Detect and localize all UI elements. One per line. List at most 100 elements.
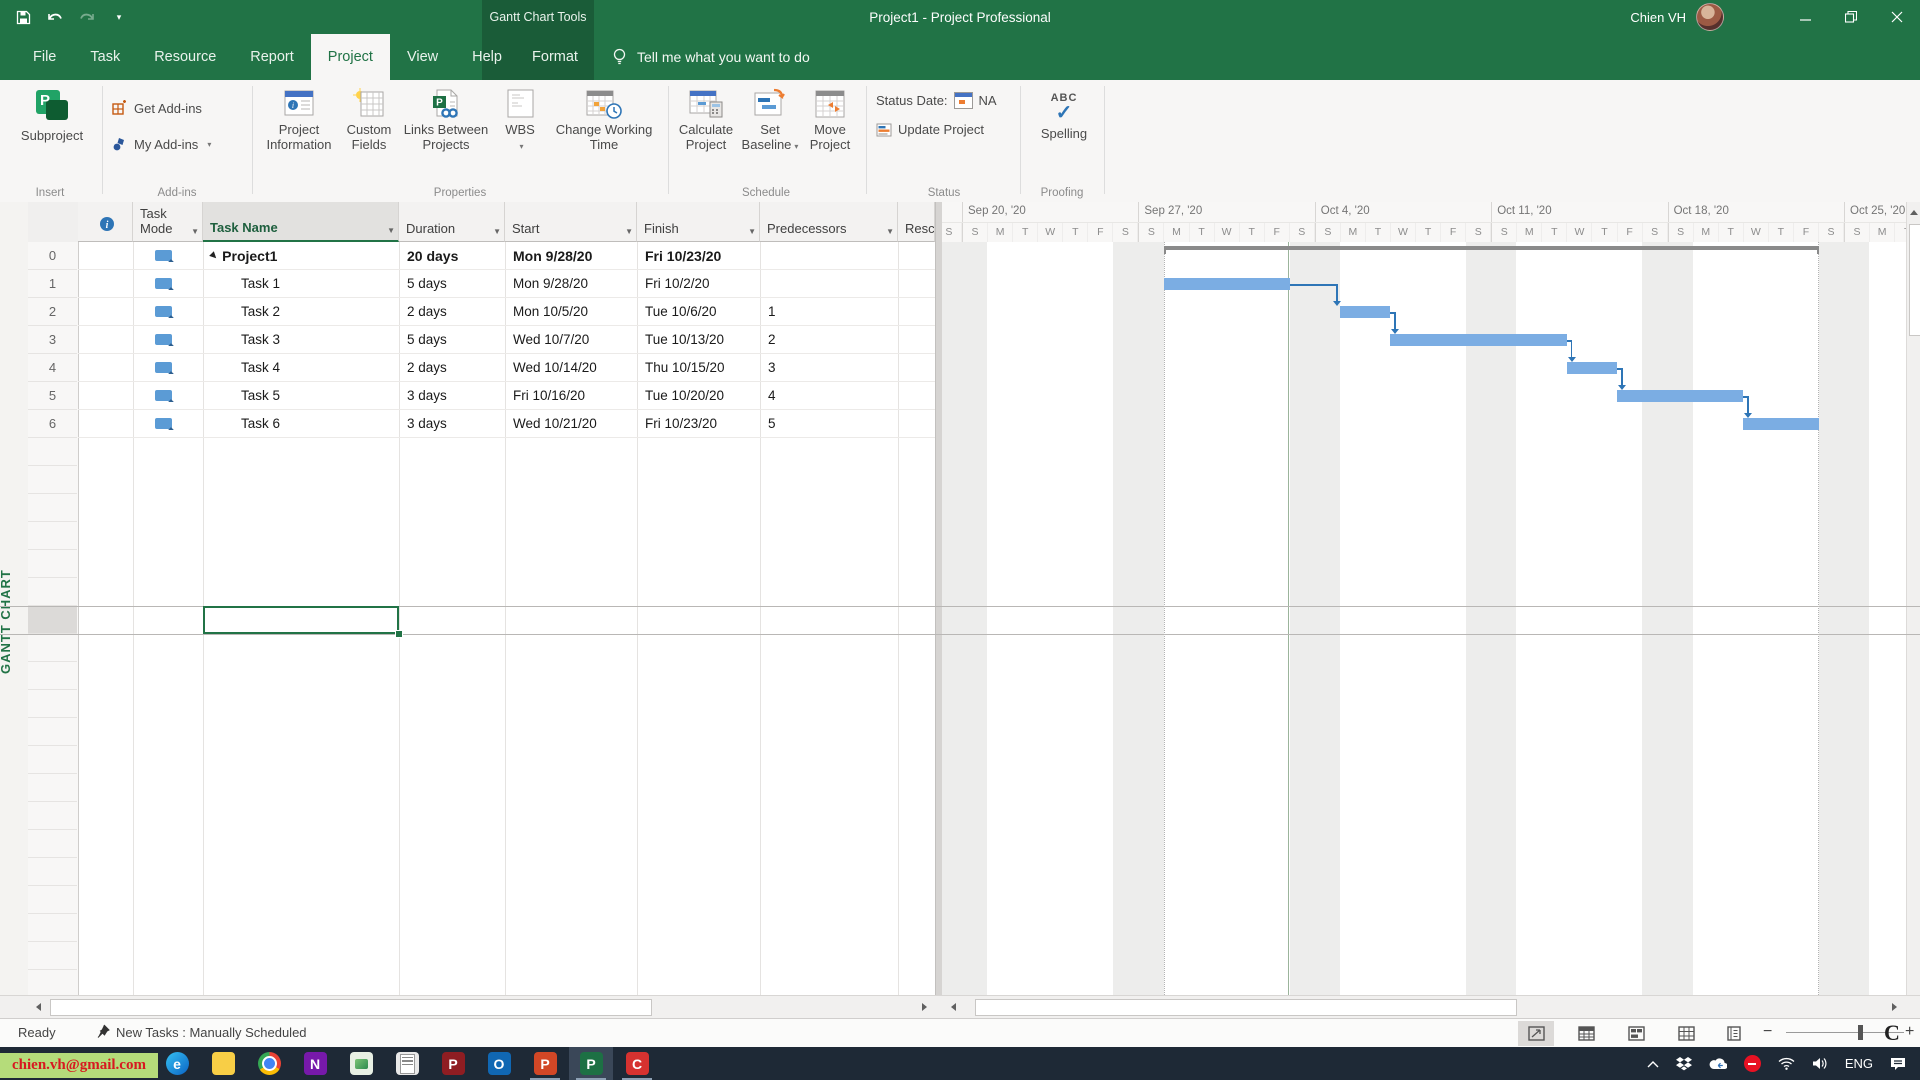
minimize-button[interactable] — [1782, 0, 1828, 34]
task-cell-duration[interactable]: 3 days — [399, 382, 505, 410]
row-header[interactable]: 1 — [28, 270, 77, 298]
task-usage-view-button[interactable] — [1568, 1021, 1604, 1046]
tab-resource[interactable]: Resource — [137, 34, 233, 80]
task-cell-name[interactable]: Task 1 — [203, 270, 399, 298]
task-cell-finish[interactable]: Fri 10/2/20 — [637, 270, 760, 298]
task-cell-start[interactable]: Mon 10/5/20 — [505, 298, 637, 326]
column-header-res[interactable]: Resc — [898, 202, 935, 242]
taskbar-app-red-p-app-icon[interactable]: P — [431, 1047, 475, 1080]
task-cell-pred[interactable]: 5 — [760, 410, 898, 438]
redo-icon[interactable] — [78, 8, 96, 26]
gantt-chart-view-button[interactable] — [1518, 1021, 1554, 1046]
row-header[interactable]: 2 — [28, 298, 77, 326]
task-cell-finish[interactable]: Tue 10/6/20 — [637, 298, 760, 326]
task-cell-name[interactable]: Task 4 — [203, 354, 399, 382]
task-cell-name[interactable]: Task 2 — [203, 298, 399, 326]
set-baseline-button[interactable]: Set Baseline▾ — [738, 84, 802, 158]
spelling-button[interactable]: ABC ✓ Spelling — [1032, 84, 1096, 145]
zoom-slider-handle[interactable] — [1858, 1025, 1863, 1040]
task-cell-mode[interactable] — [133, 382, 203, 410]
taskbar-app-outlook-icon[interactable]: O — [477, 1047, 521, 1080]
task-cell-duration[interactable]: 2 days — [399, 298, 505, 326]
taskbar-app-file-explorer-icon[interactable] — [201, 1047, 245, 1080]
task-cell-duration[interactable]: 5 days — [399, 326, 505, 354]
tab-view[interactable]: View — [390, 34, 455, 80]
task-cell-start[interactable]: Mon 9/28/20 — [505, 270, 637, 298]
row-header[interactable]: 5 — [28, 382, 77, 410]
column-header-finish[interactable]: Finish▼ — [637, 202, 760, 242]
vertical-scroll-thumb[interactable] — [1909, 224, 1920, 336]
task-cell-info[interactable] — [78, 410, 133, 438]
task-cell-mode[interactable] — [133, 270, 203, 298]
task-cell-start[interactable]: Wed 10/7/20 — [505, 326, 637, 354]
report-view-button[interactable] — [1716, 1021, 1752, 1046]
task-cell-info[interactable] — [78, 298, 133, 326]
filter-arrow-icon[interactable]: ▼ — [625, 227, 633, 236]
task-cell-finish[interactable]: Thu 10/15/20 — [637, 354, 760, 382]
task-cell-info[interactable] — [78, 270, 133, 298]
customize-qat-icon[interactable]: ▾ — [110, 8, 128, 26]
dropbox-icon[interactable] — [1676, 1057, 1692, 1071]
task-cell-duration[interactable]: 2 days — [399, 354, 505, 382]
column-header-info[interactable]: i — [78, 202, 133, 242]
task-cell-duration[interactable]: 20 days — [399, 242, 505, 270]
tab-project[interactable]: Project — [311, 34, 390, 80]
row-header[interactable] — [28, 886, 77, 914]
filter-arrow-icon[interactable]: ▼ — [387, 226, 395, 235]
project-information-button[interactable]: i Project Information — [260, 84, 338, 156]
zoom-out-button[interactable]: − — [1763, 1023, 1772, 1041]
collapse-triangle-icon[interactable]: ▶ — [209, 250, 220, 261]
new-tasks-status[interactable]: New Tasks : Manually Scheduled — [116, 1025, 307, 1040]
task-cell-pred[interactable]: 1 — [760, 298, 898, 326]
wbs-button[interactable]: WBS▾ — [492, 84, 548, 158]
onedrive-icon[interactable] — [1709, 1058, 1727, 1070]
tray-chevron-icon[interactable] — [1647, 1060, 1659, 1068]
recording-indicator-icon[interactable] — [1744, 1055, 1761, 1072]
task-bar[interactable] — [1567, 362, 1617, 374]
table-scroll-left-button[interactable] — [30, 999, 46, 1015]
task-bar[interactable] — [1164, 278, 1290, 290]
sheet-view-button[interactable] — [1668, 1021, 1704, 1046]
row-header[interactable] — [28, 662, 77, 690]
tab-format[interactable]: Format — [482, 34, 628, 80]
vertical-scrollbar[interactable] — [1906, 202, 1920, 995]
tab-task[interactable]: Task — [73, 34, 137, 80]
task-cell-name[interactable]: Task 5 — [203, 382, 399, 410]
task-cell-duration[interactable]: 3 days — [399, 410, 505, 438]
task-cell-name[interactable]: ▶Project1 — [203, 242, 399, 270]
task-cell-duration[interactable]: 5 days — [399, 270, 505, 298]
subproject-button[interactable]: P Subproject — [12, 84, 92, 147]
task-cell-start[interactable]: Wed 10/14/20 — [505, 354, 637, 382]
undo-icon[interactable] — [46, 8, 64, 26]
my-addins-button[interactable]: My Add-ins▾ — [112, 136, 211, 152]
filter-arrow-icon[interactable]: ▼ — [191, 227, 199, 236]
row-header[interactable] — [28, 522, 77, 550]
column-header-duration[interactable]: Duration▼ — [399, 202, 505, 242]
taskbar-app-powerpoint-icon[interactable]: P — [523, 1047, 567, 1080]
row-header[interactable]: 0 — [28, 242, 77, 270]
task-cell-name[interactable]: Task 3 — [203, 326, 399, 354]
task-cell-start[interactable]: Mon 9/28/20 — [505, 242, 637, 270]
tab-file[interactable]: File — [16, 34, 73, 80]
row-header[interactable] — [28, 550, 77, 578]
tab-report[interactable]: Report — [233, 34, 311, 80]
task-cell-res[interactable] — [898, 354, 935, 382]
tell-me-box[interactable]: Tell me what you want to do — [612, 34, 810, 80]
row-header[interactable] — [28, 914, 77, 942]
column-header-name[interactable]: Task Name▼ — [203, 202, 399, 242]
task-cell-mode[interactable] — [133, 354, 203, 382]
task-cell-finish[interactable]: Tue 10/20/20 — [637, 382, 760, 410]
status-date-field[interactable]: Status Date: NA — [876, 92, 997, 109]
move-project-button[interactable]: Move Project — [800, 84, 860, 156]
task-cell-res[interactable] — [898, 298, 935, 326]
summary-bar[interactable] — [1164, 246, 1819, 250]
filter-arrow-icon[interactable]: ▼ — [748, 227, 756, 236]
row-header[interactable] — [28, 438, 77, 466]
task-cell-mode[interactable] — [133, 410, 203, 438]
selected-cell[interactable] — [203, 606, 399, 634]
language-indicator[interactable]: ENG — [1845, 1056, 1873, 1071]
row-header[interactable]: 6 — [28, 410, 77, 438]
column-header-pred[interactable]: Predecessors▼ — [760, 202, 898, 242]
row-header[interactable] — [28, 774, 77, 802]
filter-arrow-icon[interactable]: ▼ — [493, 227, 501, 236]
